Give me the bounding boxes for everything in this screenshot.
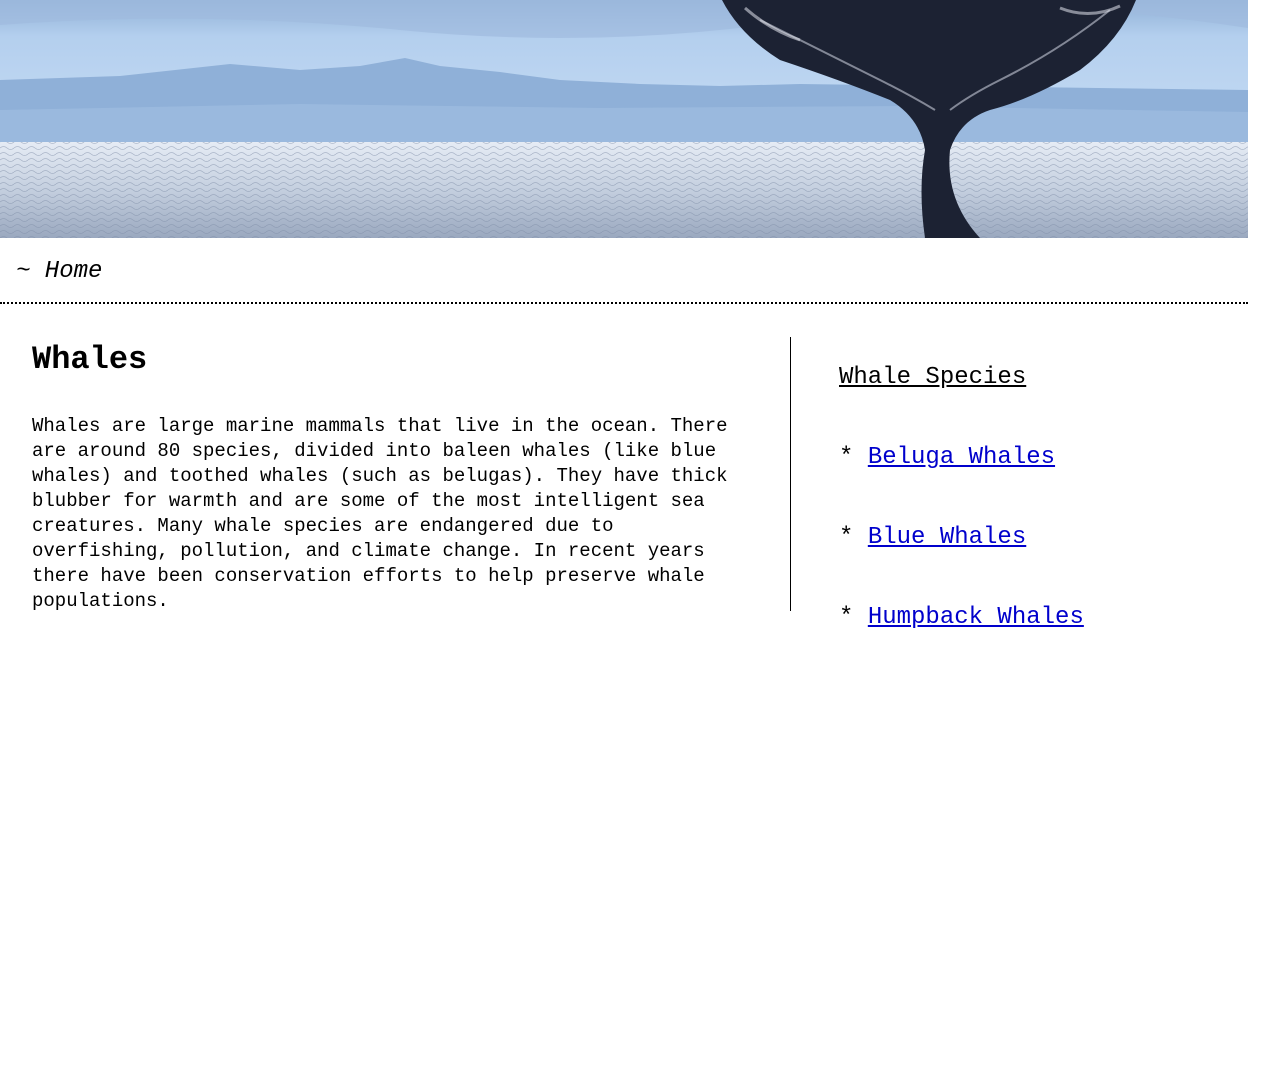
species-sidebar: Whale Species * Beluga Whales * Blue Wha…	[839, 360, 1239, 636]
species-list: * Beluga Whales * Blue Whales * Humpback…	[839, 440, 1239, 636]
bullet-icon: *	[839, 524, 868, 551]
beluga-whales-link[interactable]: Beluga Whales	[868, 444, 1055, 471]
blue-whales-link[interactable]: Blue Whales	[868, 524, 1026, 551]
intro-paragraph: Whales are large marine mammals that liv…	[32, 415, 728, 612]
list-item: * Beluga Whales	[839, 440, 1239, 476]
home-link[interactable]: ~ Home	[16, 258, 102, 285]
sidebar-title: Whale Species	[839, 364, 1027, 391]
list-item: * Blue Whales	[839, 520, 1239, 556]
top-nav: ~ Home	[0, 238, 1248, 304]
bullet-icon: *	[839, 604, 868, 631]
banner-image	[0, 0, 1248, 238]
main-content: Whales Whales are large marine mammals t…	[32, 336, 742, 614]
humpback-whales-link[interactable]: Humpback Whales	[868, 604, 1084, 631]
column-divider	[790, 337, 791, 611]
page-title: Whales	[32, 341, 148, 378]
bullet-icon: *	[839, 444, 868, 471]
list-item: * Humpback Whales	[839, 600, 1239, 636]
